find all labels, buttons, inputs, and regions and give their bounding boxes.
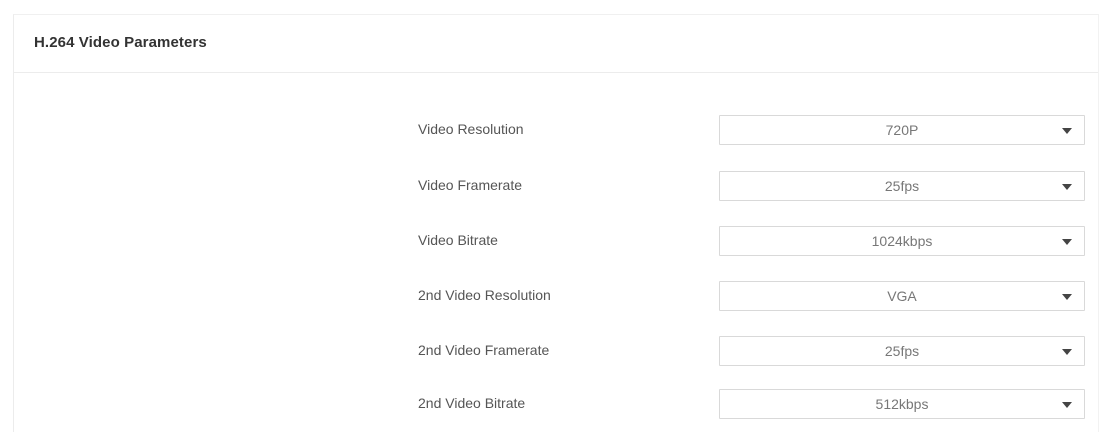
triangle-down-icon — [1062, 128, 1072, 134]
panel-header: H.264 Video Parameters — [14, 15, 1098, 73]
video-bitrate-select[interactable]: 1024kbps — [719, 226, 1085, 256]
video-resolution-value: 720P — [885, 122, 919, 138]
second-video-framerate-row: 2nd Video Framerate 25fps — [14, 336, 1098, 366]
video-bitrate-value: 1024kbps — [871, 233, 933, 249]
second-video-framerate-label: 2nd Video Framerate — [418, 342, 550, 358]
video-resolution-label: Video Resolution — [418, 121, 524, 137]
second-video-bitrate-select[interactable]: 512kbps — [719, 389, 1085, 419]
panel-title: H.264 Video Parameters — [34, 34, 207, 51]
second-video-resolution-label: 2nd Video Resolution — [418, 287, 551, 303]
triangle-down-icon — [1062, 184, 1072, 190]
triangle-down-icon — [1062, 349, 1072, 355]
video-bitrate-row: Video Bitrate 1024kbps — [14, 226, 1098, 256]
triangle-down-icon — [1062, 294, 1072, 300]
video-framerate-value: 25fps — [884, 178, 920, 194]
video-resolution-row: Video Resolution 720P — [14, 115, 1098, 145]
second-video-bitrate-row: 2nd Video Bitrate 512kbps — [14, 389, 1098, 419]
second-video-framerate-value: 25fps — [884, 343, 920, 359]
second-video-bitrate-value: 512kbps — [875, 396, 929, 412]
second-video-framerate-select[interactable]: 25fps — [719, 336, 1085, 366]
second-video-resolution-row: 2nd Video Resolution VGA — [14, 281, 1098, 311]
video-framerate-label: Video Framerate — [418, 177, 523, 193]
video-bitrate-label: Video Bitrate — [418, 232, 498, 248]
video-framerate-select[interactable]: 25fps — [719, 171, 1085, 201]
second-video-resolution-value: VGA — [887, 288, 917, 304]
second-video-resolution-select[interactable]: VGA — [719, 281, 1085, 311]
h264-video-parameters-panel: H.264 Video Parameters Video Resolution … — [13, 14, 1099, 432]
second-video-bitrate-label: 2nd Video Bitrate — [418, 395, 526, 411]
video-framerate-row: Video Framerate 25fps — [14, 171, 1098, 201]
triangle-down-icon — [1062, 239, 1072, 245]
video-resolution-select[interactable]: 720P — [719, 115, 1085, 145]
triangle-down-icon — [1062, 402, 1072, 408]
